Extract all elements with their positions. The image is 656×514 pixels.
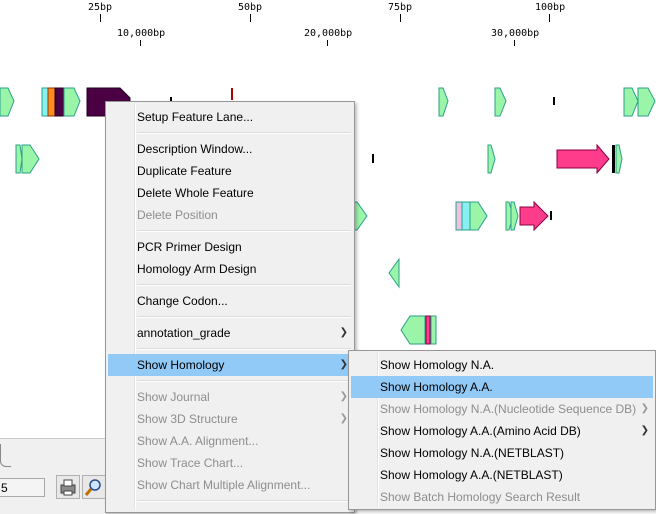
gene-feature-pink [556, 143, 610, 175]
menu-separator [137, 380, 351, 382]
submenu-item-batch-homology-search-result[interactable]: Show Batch Homology Search Result [351, 486, 653, 508]
marker [372, 154, 374, 163]
submenu-item-homology-na-nucleotide-db[interactable]: Show Homology N.A.(Nucleotide Sequence D… [351, 398, 653, 420]
submenu-item-homology-aa[interactable]: Show Homology A.A. [351, 376, 653, 398]
chevron-right-icon: ❯ [640, 403, 649, 414]
gene-feature [461, 201, 471, 231]
menu-item-show-3d-structure[interactable]: Show 3D Structure ❯ [108, 408, 352, 430]
status-field[interactable]: 5 [0, 478, 45, 497]
menu-item-label: Show Journal [137, 390, 210, 404]
menu-item-show-trace-chart[interactable]: Show Trace Chart... [108, 452, 352, 474]
gene-feature [615, 144, 623, 174]
gene-feature [54, 87, 65, 117]
gene-feature-pink [519, 200, 549, 232]
marker [612, 145, 615, 173]
menu-item-duplicate-feature[interactable]: Duplicate Feature [108, 160, 352, 182]
menu-item-label: Show Homology [137, 358, 225, 372]
gene-feature [637, 87, 656, 117]
menu-separator [137, 132, 351, 134]
menu-item-show-chart-multiple-alignment[interactable]: Show Chart Multiple Alignment... [108, 474, 352, 496]
context-menu: Setup Feature Lane... Description Window… [105, 101, 355, 513]
printer-icon [60, 479, 76, 496]
menu-item-show-journal[interactable]: Show Journal ❯ [108, 386, 352, 408]
print-button[interactable] [56, 475, 80, 499]
magnifier-icon [84, 479, 101, 496]
gene-feature-pink [425, 315, 431, 345]
marker [553, 97, 555, 105]
menu-item-label: Show Homology A.A.(Amino Acid DB) [380, 424, 581, 438]
gene-feature [21, 144, 40, 174]
menu-item-delete-position[interactable]: Delete Position [108, 204, 352, 226]
gene-feature [494, 87, 507, 117]
gene-feature [469, 201, 488, 231]
chevron-right-icon: ❯ [640, 425, 649, 436]
submenu-item-homology-aa-amino-acid-db[interactable]: Show Homology A.A.(Amino Acid DB) ❯ [351, 420, 653, 442]
chevron-right-icon: ❯ [339, 413, 348, 424]
menu-item-pcr-primer-design[interactable]: PCR Primer Design [108, 236, 352, 258]
menu-separator [137, 500, 351, 502]
submenu-item-homology-na-netblast[interactable]: Show Homology N.A.(NETBLAST) [351, 442, 653, 464]
gene-feature [41, 87, 49, 117]
gene-feature [438, 87, 449, 117]
gene-feature [47, 87, 56, 117]
menu-item-show-homology[interactable]: Show Homology ❯ [108, 354, 352, 376]
menu-item-show-aa-alignment[interactable]: Show A.A. Alignment... [108, 430, 352, 452]
menu-item-annotation-grade[interactable]: annotation_grade ❯ [108, 322, 352, 344]
chevron-right-icon: ❯ [339, 327, 348, 338]
chevron-right-icon: ❯ [339, 391, 348, 402]
menu-item-label: Show Homology N.A.(Nucleotide Sequence D… [380, 402, 637, 416]
marker [231, 88, 233, 100]
zoom-button[interactable] [82, 475, 106, 499]
gene-feature [400, 315, 426, 345]
submenu-item-homology-na[interactable]: Show Homology N.A. [351, 354, 653, 376]
menu-item-change-codon[interactable]: Change Codon... [108, 290, 352, 312]
tab-edge [0, 444, 11, 467]
marker [550, 211, 552, 220]
menu-separator [137, 284, 351, 286]
menu-item-homology-arm-design[interactable]: Homology Arm Design [108, 258, 352, 280]
menu-separator [137, 348, 351, 350]
menu-item-delete-whole-feature[interactable]: Delete Whole Feature [108, 182, 352, 204]
gene-feature [430, 315, 437, 345]
menu-separator [137, 230, 351, 232]
gene-feature [15, 144, 23, 174]
chevron-right-icon: ❯ [339, 359, 348, 370]
gene-feature [623, 87, 639, 117]
submenu-item-homology-aa-netblast[interactable]: Show Homology A.A.(NETBLAST) [351, 464, 653, 486]
menu-item-label: Show 3D Structure [137, 412, 238, 426]
menu-item-label: annotation_grade [137, 326, 231, 340]
gene-feature [0, 87, 15, 117]
menu-item-description-window[interactable]: Description Window... [108, 138, 352, 160]
menu-separator [137, 316, 351, 318]
menu-item-setup-feature-lane[interactable]: Setup Feature Lane... [108, 106, 352, 128]
gene-feature [510, 201, 519, 231]
gene-feature [63, 87, 81, 117]
gene-feature [388, 257, 400, 289]
gene-feature [487, 144, 496, 174]
gene-feature [455, 201, 463, 231]
show-homology-submenu: Show Homology N.A. Show Homology A.A. Sh… [348, 350, 656, 510]
